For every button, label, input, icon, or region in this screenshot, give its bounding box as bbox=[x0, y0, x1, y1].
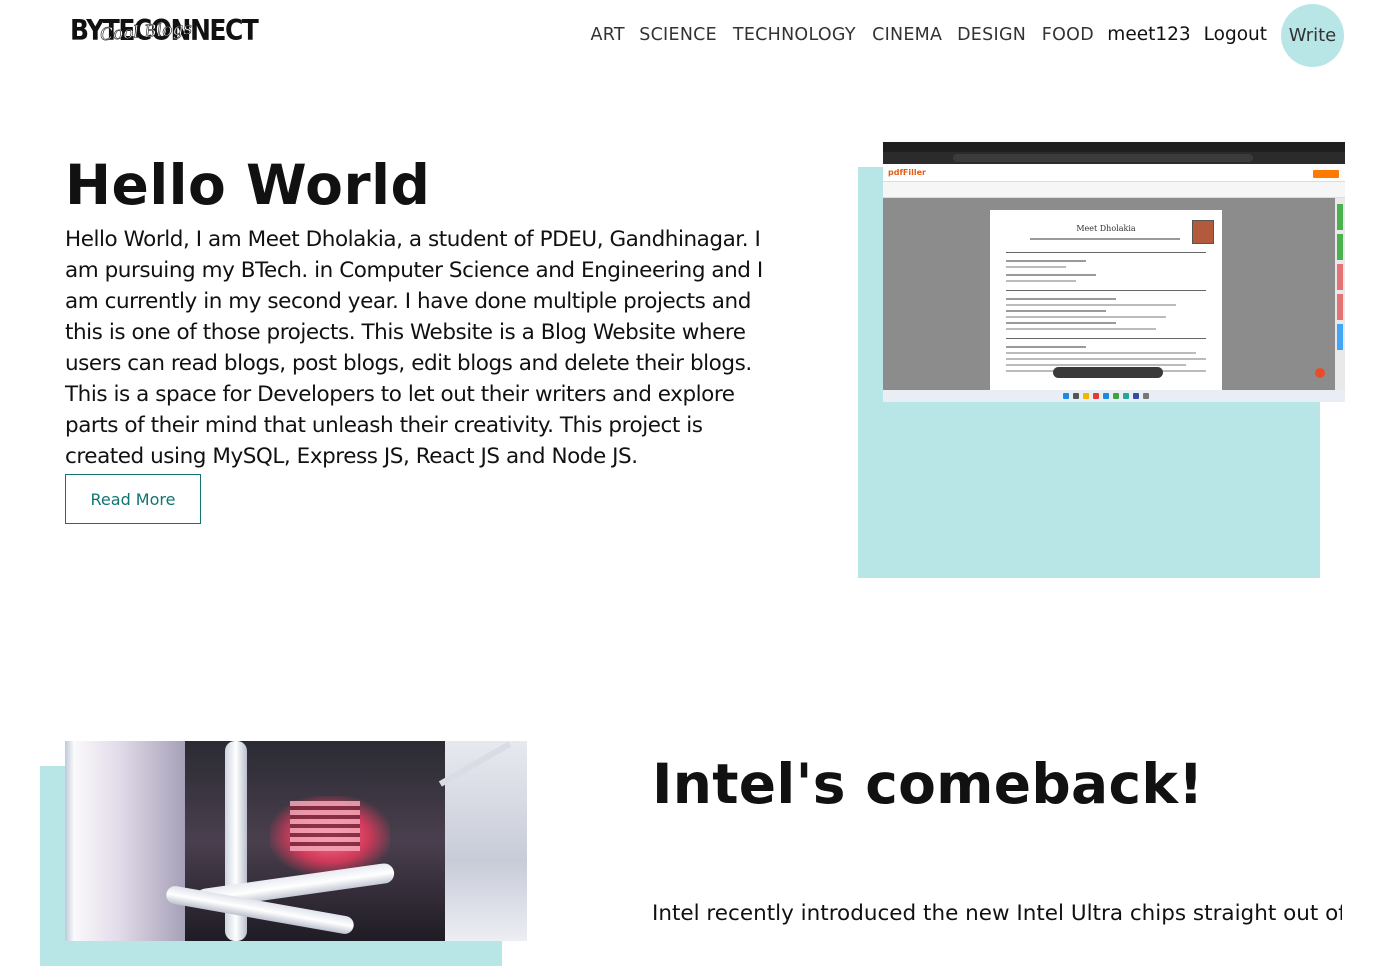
post-description: Intel recently introduced the new Intel … bbox=[652, 901, 1342, 926]
post-image-screenshot: pdfFiller Meet Dholakia bbox=[883, 142, 1345, 402]
post-title[interactable]: Intel's comeback! bbox=[652, 745, 1204, 823]
pc-memory-fins bbox=[290, 801, 360, 851]
zoom-controls bbox=[1053, 367, 1163, 378]
help-icon bbox=[1315, 368, 1325, 378]
nav-category-food[interactable]: FOOD bbox=[1041, 4, 1093, 66]
resume-page: Meet Dholakia bbox=[990, 210, 1222, 390]
browser-url-field bbox=[953, 154, 1253, 162]
nav-category-art[interactable]: ART bbox=[590, 4, 624, 66]
post-content: Hello World Hello World, I am Meet Dhola… bbox=[65, 150, 765, 524]
browser-tab-bar bbox=[883, 142, 1345, 152]
app-header bbox=[883, 164, 1345, 182]
resume-name: Meet Dholakia bbox=[1076, 224, 1136, 233]
nav-category-cinema[interactable]: CINEMA bbox=[872, 4, 942, 66]
app-brand: pdfFiller bbox=[888, 168, 926, 177]
nav-category-science[interactable]: SCIENCE bbox=[639, 4, 717, 66]
post-description: Hello World, I am Meet Dholakia, a stude… bbox=[65, 227, 763, 469]
username: meet123 bbox=[1107, 24, 1191, 45]
post-image-pc-internals bbox=[65, 741, 527, 941]
resume-photo bbox=[1192, 220, 1214, 244]
write-button[interactable]: Write bbox=[1281, 3, 1344, 67]
pc-glass-edge bbox=[65, 741, 75, 941]
site-logo[interactable]: BYTECONNECT Cool Blogs bbox=[70, 14, 259, 48]
nav-category-design[interactable]: DESIGN bbox=[957, 4, 1026, 66]
os-taskbar bbox=[883, 390, 1345, 402]
editor-toolbar bbox=[883, 182, 1345, 198]
logout-link[interactable]: Logout bbox=[1204, 4, 1267, 66]
post-title[interactable]: Hello World bbox=[65, 150, 765, 220]
done-button-shape bbox=[1313, 170, 1339, 178]
pc-side-panel bbox=[65, 741, 185, 941]
nav-links: ART SCIENCE TECHNOLOGY CINEMA DESIGN FOO… bbox=[577, 3, 1344, 67]
editor-side-panel bbox=[1335, 198, 1345, 390]
nav-category-technology[interactable]: TECHNOLOGY bbox=[733, 4, 856, 66]
read-more-button[interactable]: Read More bbox=[65, 474, 201, 524]
navbar: BYTECONNECT Cool Blogs ART SCIENCE TECHN… bbox=[0, 0, 1392, 70]
